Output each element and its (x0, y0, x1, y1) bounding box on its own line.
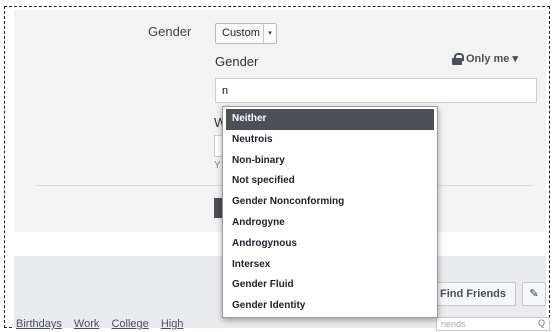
tab-work[interactable]: Work (74, 318, 99, 330)
tab-college[interactable]: College (111, 318, 148, 330)
friends-search-input[interactable]: riends Q (436, 317, 550, 331)
suggestion-option[interactable]: Gender Fluid (223, 275, 437, 296)
gender-select[interactable]: Custom ▾ (215, 23, 277, 44)
suggestion-option[interactable]: Intersex (223, 255, 437, 276)
custom-gender-input-value: n (222, 85, 229, 97)
suggestion-option[interactable]: Neutrois (223, 130, 437, 151)
tab-high-school[interactable]: High (161, 318, 184, 330)
friends-filter-tabs: Birthdays Work College High (16, 318, 192, 330)
gender-label: Gender (148, 24, 192, 39)
privacy-label: Only me ▾ (466, 53, 518, 65)
find-friends-button[interactable]: Find Friends (430, 282, 516, 306)
suggestion-option[interactable]: Androgynous (223, 234, 437, 255)
lock-icon (452, 52, 464, 65)
suggestion-option[interactable]: Gender Nonconforming (223, 192, 437, 213)
gender-select-value: Custom (222, 27, 260, 39)
search-icon: Q (537, 318, 545, 328)
edit-pencil-icon[interactable]: ✎ (522, 282, 546, 306)
custom-gender-input[interactable]: n (215, 78, 537, 103)
friends-search-placeholder: riends (441, 319, 466, 329)
obscured-hint-text: Y (214, 160, 221, 171)
privacy-selector[interactable]: Only me ▾ (452, 52, 518, 65)
tab-birthdays[interactable]: Birthdays (16, 318, 62, 330)
suggestion-option[interactable]: Gender Identity (223, 296, 437, 317)
suggestion-option[interactable]: Non-binary (223, 151, 437, 172)
suggestion-option[interactable]: Not specified (223, 171, 437, 192)
suggestion-option[interactable]: Androgyne (223, 213, 437, 234)
custom-gender-label: Gender (215, 54, 259, 69)
suggestion-option[interactable]: Neither (226, 109, 434, 130)
chevron-down-icon: ▾ (263, 24, 276, 43)
gender-suggestions-dropdown: Neither Neutrois Non-binary Not specifie… (222, 106, 438, 318)
